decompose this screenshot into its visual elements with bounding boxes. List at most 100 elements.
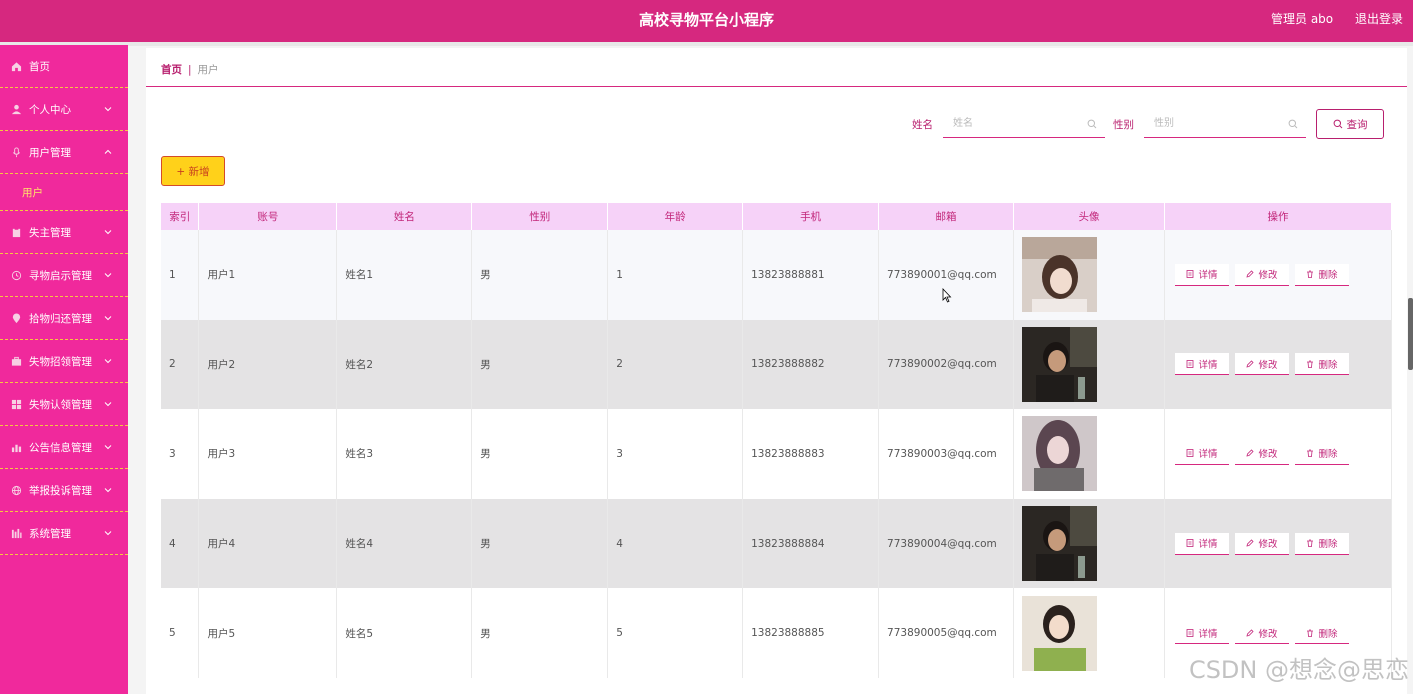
name-label: 姓名: [912, 118, 933, 131]
sidebar-item-lost-notice[interactable]: 寻物启示管理: [0, 254, 128, 297]
sidebar-item-label: 首页: [29, 60, 50, 73]
sidebar-item-label: 举报投诉管理: [29, 484, 92, 497]
edit-button[interactable]: 修改: [1234, 532, 1289, 555]
detail-button[interactable]: 详情: [1174, 263, 1229, 286]
cell-avatar: [1013, 498, 1165, 589]
sidebar-item-label: 失物认领管理: [29, 398, 92, 411]
sidebar-item-owner-management[interactable]: 失主管理: [0, 211, 128, 254]
sidebar-item-label: 个人中心: [29, 103, 71, 116]
detail-button[interactable]: 详情: [1174, 353, 1229, 376]
sidebar-item-label: 公告信息管理: [29, 441, 92, 454]
cell-account: 用户2: [198, 319, 338, 410]
avatar[interactable]: [1022, 506, 1098, 582]
table-row: 3 用户3 姓名3 男 3 13823888883 773890003@qq.c…: [161, 409, 1393, 499]
column-header[interactable]: 手机: [742, 203, 880, 230]
sidebar-item-found-management[interactable]: 失物招领管理: [0, 340, 128, 383]
sidebar-item-label: 系统管理: [29, 527, 71, 540]
column-header[interactable]: 姓名: [336, 203, 473, 230]
avatar[interactable]: [1022, 237, 1098, 313]
edit-button[interactable]: 修改: [1234, 622, 1289, 645]
sidebar-item-claim-management[interactable]: 失物认领管理: [0, 383, 128, 426]
add-button[interactable]: + 新增: [161, 156, 225, 186]
home-icon: [10, 60, 22, 72]
sidebar-item-user-management[interactable]: 用户管理: [0, 131, 128, 174]
search-icon: [1087, 119, 1097, 129]
cell-email: 773890005@qq.com: [878, 588, 1015, 678]
document-icon: [1187, 539, 1194, 547]
cell-account: 用户3: [198, 409, 338, 499]
query-button[interactable]: 查询: [1316, 109, 1384, 139]
cell-account: 用户5: [198, 588, 338, 678]
sidebar-item-notice-management[interactable]: 公告信息管理: [0, 426, 128, 469]
avatar[interactable]: [1022, 326, 1098, 402]
chevron-down-icon: [104, 273, 112, 278]
chevron-down-icon: [104, 230, 112, 235]
gender-search-input[interactable]: [1144, 110, 1306, 137]
sidebar-item-personal-center[interactable]: 个人中心: [0, 88, 128, 131]
edit-button[interactable]: 修改: [1234, 442, 1289, 465]
sidebar: 首页 个人中心 用户管理 用户 失主管理 寻物启示管理 拾物归还管理 失物招领管…: [0, 45, 128, 694]
chevron-down-icon: [104, 402, 112, 407]
chevron-down-icon: [104, 316, 112, 321]
bars-icon: [10, 527, 22, 539]
delete-button[interactable]: 删除: [1294, 622, 1349, 645]
name-search-input[interactable]: [943, 110, 1105, 137]
cell-phone: 13823888885: [742, 588, 880, 678]
delete-button[interactable]: 删除: [1294, 353, 1349, 376]
column-header[interactable]: 账号: [198, 203, 338, 230]
topbar-divider: [0, 42, 1413, 46]
avatar[interactable]: [1022, 416, 1098, 492]
column-header[interactable]: 索引: [161, 203, 200, 230]
cell-actions: 详情 修改 删除: [1164, 409, 1393, 499]
avatar[interactable]: [1022, 595, 1098, 671]
pencil-icon: [1246, 360, 1255, 368]
cell-avatar: [1013, 319, 1165, 410]
watermark: CSDN @想念@思恋: [1188, 656, 1409, 684]
search-bar: 姓名 性别 查询: [912, 109, 1384, 139]
trash-icon: [1307, 270, 1314, 279]
cell-avatar: [1013, 588, 1165, 678]
cell-gender: 男: [471, 498, 609, 589]
search-icon: [1333, 119, 1342, 129]
logout-link[interactable]: 退出登录: [1355, 12, 1403, 26]
sidebar-item-report-management[interactable]: 举报投诉管理: [0, 469, 128, 512]
mic-icon: [10, 146, 22, 158]
detail-button[interactable]: 详情: [1174, 532, 1229, 555]
detail-button[interactable]: 详情: [1174, 622, 1229, 645]
user-table: 索引 账号 姓名 性别 年龄 手机 邮箱 头像 操作 1 用户1 姓名1 男 1…: [161, 203, 1393, 678]
chevron-down-icon: [104, 107, 112, 112]
sidebar-item-system-management[interactable]: 系统管理: [0, 512, 128, 555]
cell-phone: 13823888882: [742, 319, 880, 410]
detail-button[interactable]: 详情: [1174, 442, 1229, 465]
cell-account: 用户1: [198, 230, 338, 320]
cell-name: 姓名4: [336, 498, 473, 589]
column-header[interactable]: 性别: [471, 203, 609, 230]
user-area: 管理员 abo 退出登录: [1253, 0, 1403, 38]
delete-button[interactable]: 删除: [1294, 263, 1349, 286]
pencil-icon: [1246, 629, 1255, 637]
cell-age: 4: [607, 498, 744, 589]
page-scrollbar[interactable]: [1408, 298, 1413, 370]
globe-icon: [10, 484, 22, 496]
sidebar-subitem-user[interactable]: 用户: [0, 174, 128, 211]
delete-button[interactable]: 删除: [1294, 442, 1349, 465]
cell-name: 姓名3: [336, 409, 473, 499]
pencil-icon: [1246, 270, 1255, 278]
sidebar-item-label: 拾物归还管理: [29, 312, 92, 325]
breadcrumb-home[interactable]: 首页: [161, 64, 182, 76]
table-row: 1 用户1 姓名1 男 1 13823888881 773890001@qq.c…: [161, 230, 1393, 320]
clipboard-icon: [10, 226, 22, 238]
column-header[interactable]: 年龄: [607, 203, 744, 230]
cell-age: 2: [607, 319, 744, 410]
document-icon: [1187, 270, 1194, 279]
edit-button[interactable]: 修改: [1234, 353, 1289, 376]
column-header[interactable]: 邮箱: [878, 203, 1015, 230]
edit-button[interactable]: 修改: [1234, 263, 1289, 286]
cell-account: 用户4: [198, 498, 338, 589]
cell-avatar: [1013, 409, 1165, 499]
search-icon: [1288, 119, 1298, 129]
sidebar-item-home[interactable]: 首页: [0, 45, 128, 88]
sidebar-item-return-management[interactable]: 拾物归还管理: [0, 297, 128, 340]
delete-button[interactable]: 删除: [1294, 532, 1349, 555]
column-header: 头像: [1013, 203, 1165, 230]
